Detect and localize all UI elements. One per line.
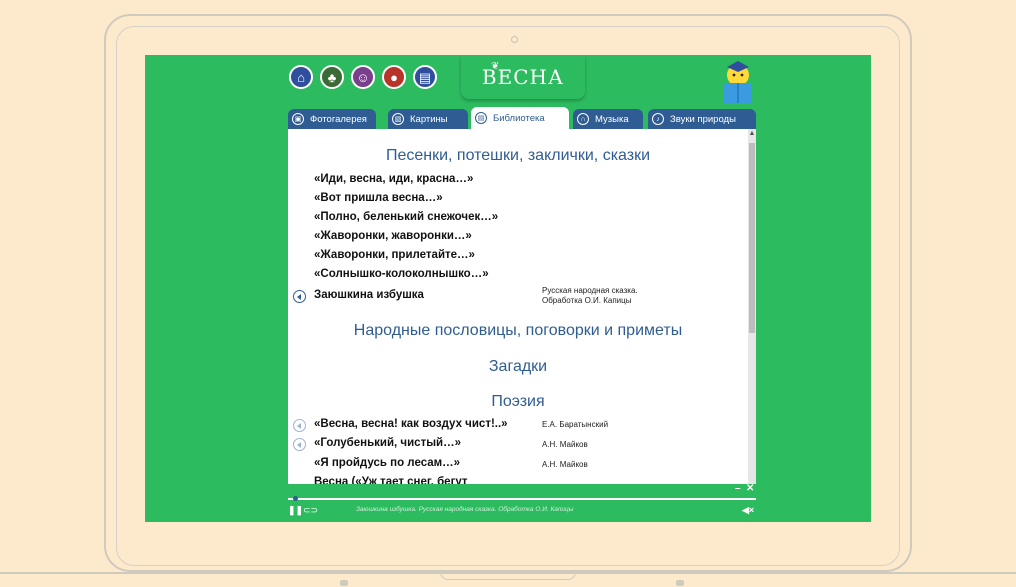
- scroll-thumb[interactable]: [749, 143, 755, 333]
- tab-label: Фотогалерея: [310, 113, 367, 125]
- tab-label: Картины: [410, 113, 448, 125]
- poem-author: А.Н. Майков: [542, 460, 588, 469]
- book-icon[interactable]: ▤: [413, 65, 437, 89]
- scrollbar[interactable]: ▲: [748, 129, 756, 484]
- poem-title[interactable]: Весна («Уж тает снег, бегут: [314, 476, 468, 484]
- list-item[interactable]: «Жаворонки, жаворонки…»: [314, 230, 472, 242]
- mascot-book-icon[interactable]: [721, 59, 755, 105]
- tab-label: Библиотека: [493, 112, 545, 124]
- list-item[interactable]: «Жаворонки, прилетайте…»: [314, 249, 475, 261]
- camera-icon: [511, 36, 518, 43]
- section-riddles-title[interactable]: Загадки: [288, 358, 748, 376]
- pause-icon[interactable]: ❚❚: [288, 505, 303, 516]
- section-proverbs-title[interactable]: Народные пословицы, поговорки и приметы: [288, 322, 748, 340]
- progress-handle[interactable]: [292, 496, 298, 501]
- tab-library[interactable]: ▤ Библиотека: [471, 107, 569, 129]
- player-caption: Заюшкина избушка. Русская народная сказк…: [356, 506, 574, 513]
- scroll-up-icon[interactable]: ▲: [748, 129, 756, 139]
- poem-author: А.Н. Майков: [542, 440, 588, 449]
- nature-sound-icon: ♪: [652, 113, 664, 125]
- mute-icon[interactable]: ◀×: [742, 505, 754, 516]
- photo-icon: ▣: [292, 113, 304, 125]
- speaker-icon[interactable]: [293, 438, 306, 451]
- tab-label: Музыка: [595, 113, 629, 125]
- list-item[interactable]: «Вот пришла весна…»: [314, 192, 443, 204]
- library-icon: ▤: [475, 112, 487, 124]
- laptop-notch: [440, 572, 576, 580]
- tab-nature-sounds[interactable]: ♪ Звуки природы: [648, 109, 756, 129]
- tale-title[interactable]: Заюшкина избушка: [314, 289, 424, 301]
- tab-label: Звуки природы: [670, 113, 736, 125]
- tale-author-line1: Русская народная сказка.: [542, 286, 638, 295]
- list-item[interactable]: «Солнышко-колоколнышко…»: [314, 268, 489, 280]
- section-poetry-title[interactable]: Поэзия: [288, 393, 748, 411]
- list-item[interactable]: «Иди, весна, иди, красна…»: [314, 173, 473, 185]
- home-icon[interactable]: ⌂: [289, 65, 313, 89]
- bird-icon[interactable]: ●: [382, 65, 406, 89]
- headphones-icon: ∩: [577, 113, 589, 125]
- speaker-icon[interactable]: [293, 419, 306, 432]
- poem-title[interactable]: «Я пройдусь по лесам…»: [314, 457, 460, 469]
- speaker-icon[interactable]: [293, 290, 306, 303]
- tab-music[interactable]: ∩ Музыка: [573, 109, 643, 129]
- tree-icon[interactable]: ♣: [320, 65, 344, 89]
- poem-title[interactable]: «Весна, весна! как воздух чист!..»: [314, 418, 508, 430]
- close-icon[interactable]: ✕: [746, 483, 754, 494]
- family-icon[interactable]: ☺: [351, 65, 375, 89]
- picture-icon: ▧: [392, 113, 404, 125]
- app-screen: ⌂ ♣ ☺ ● ▤ ❦ ВЕСНА ▣ Фотогалерея ▧ Картин…: [145, 55, 871, 522]
- list-item[interactable]: «Полно, беленький снежочек…»: [314, 211, 498, 223]
- laptop-foot-left: [340, 580, 348, 586]
- app-logo: ❦ ВЕСНА: [461, 55, 585, 99]
- butterfly-icon: ❦: [491, 61, 500, 72]
- section-songs-title[interactable]: Песенки, потешки, заклички, сказки: [288, 147, 748, 165]
- tab-pictures[interactable]: ▧ Картины: [388, 109, 468, 129]
- laptop-foot-right: [676, 580, 684, 586]
- poem-author: Е.А. Баратынский: [542, 420, 609, 429]
- poem-title[interactable]: «Голубенький, чистый…»: [314, 437, 461, 449]
- tab-photogallery[interactable]: ▣ Фотогалерея: [288, 109, 376, 129]
- library-content: Песенки, потешки, заклички, сказки «Иди,…: [288, 129, 748, 484]
- progress-bar[interactable]: [288, 498, 756, 500]
- loop-icon[interactable]: ⊂⊃: [303, 505, 318, 516]
- minimize-icon[interactable]: –: [735, 483, 741, 494]
- tale-author-line2: Обработка О.И. Капицы: [542, 296, 632, 305]
